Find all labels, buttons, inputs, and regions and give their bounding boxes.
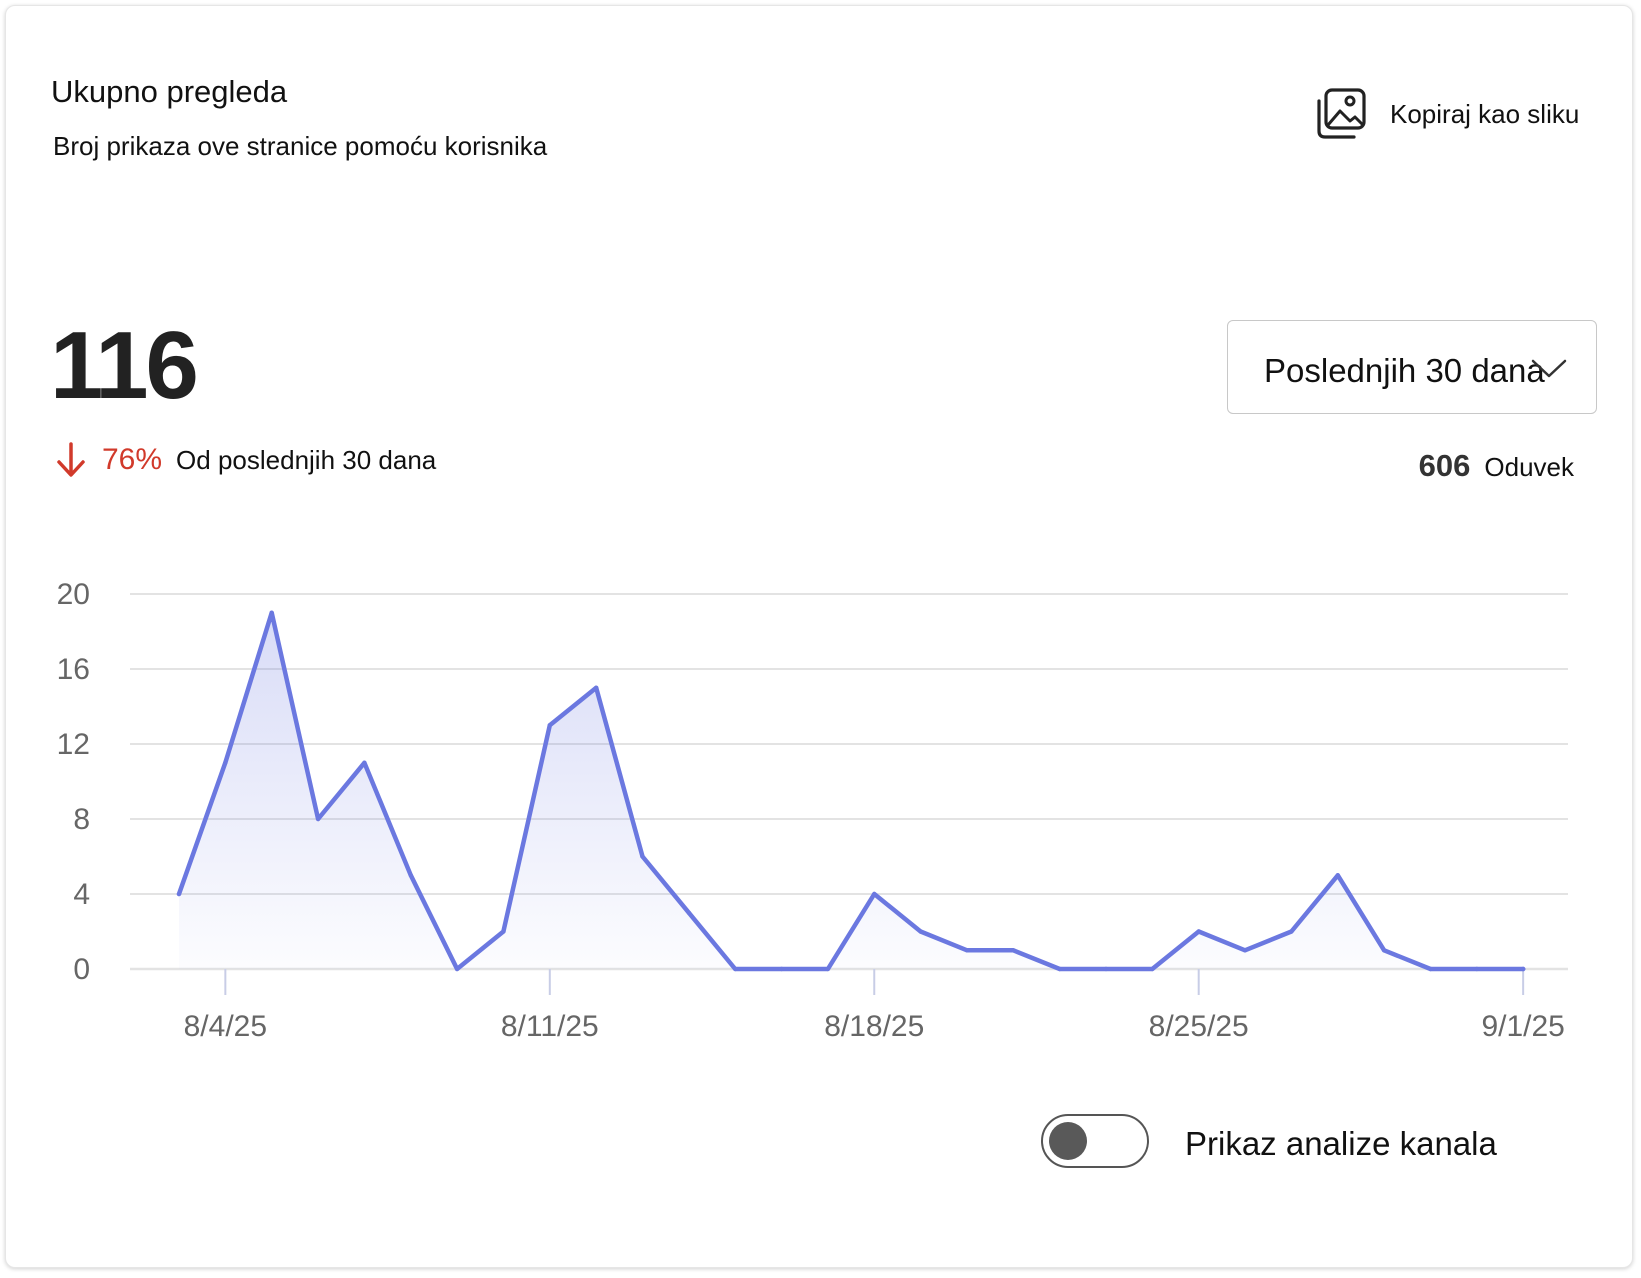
data-point [408,873,413,878]
data-point [547,723,552,728]
data-point [501,929,506,934]
data-point [1381,948,1387,953]
series-area [179,612,1524,969]
y-tick-label: 12 [57,728,90,761]
data-point [1289,929,1294,934]
data-point [779,966,784,972]
y-tick-label: 8 [73,803,90,836]
data-point [1196,929,1201,934]
data-point [1011,948,1016,953]
data-point [1150,966,1155,972]
data-point [964,948,970,953]
data-point [825,966,831,972]
data-point [1474,966,1480,972]
x-tick-label: 8/18/25 [824,1010,924,1043]
views-line-chart: 0 4 8 12 16 20 8/4/25 8/11/25 8/18/25 8/25/25 9/1… [57,578,1568,1043]
data-point [686,910,692,915]
data-point [176,891,182,897]
data-point [1057,966,1062,972]
data-point [640,854,645,859]
data-point [918,929,923,934]
data-point [1428,966,1433,972]
x-tick-label: 8/11/25 [501,1010,599,1043]
data-point [1335,873,1341,878]
x-tick-label: 8/25/25 [1149,1010,1249,1043]
data-point [1103,966,1109,972]
data-point [362,760,367,765]
x-tick-label: 9/1/25 [1481,1010,1564,1043]
data-point [1521,966,1526,972]
x-tick-label: 8/4/25 [184,1010,267,1043]
data-point [1242,948,1248,953]
y-tick-label: 4 [73,878,90,911]
data-point [733,966,738,972]
y-tick-label: 16 [57,653,90,686]
data-point [269,610,274,615]
data-point [454,966,460,972]
y-tick-label: 20 [57,578,90,611]
data-point [872,891,877,897]
data-point [594,685,599,690]
data-point [315,816,321,822]
y-tick-label: 0 [73,953,90,986]
data-point [223,760,228,765]
